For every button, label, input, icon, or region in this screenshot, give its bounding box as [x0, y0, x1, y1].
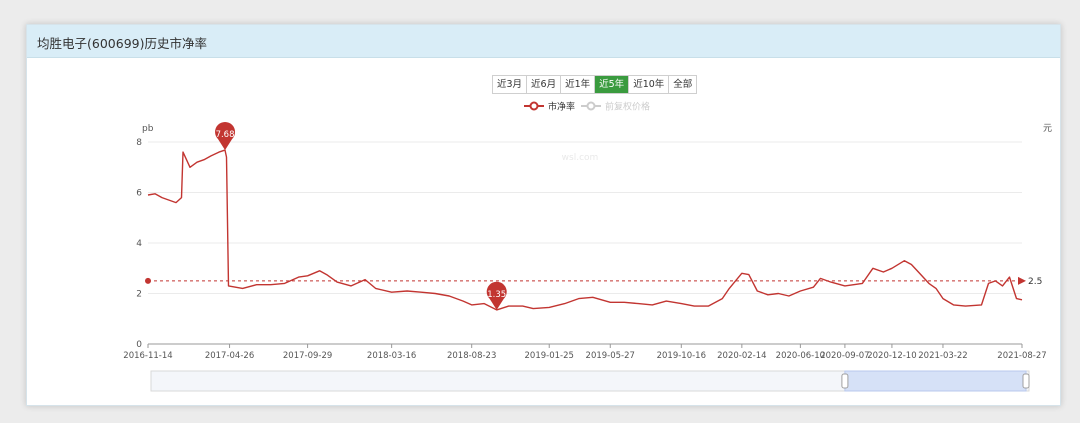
average-line-label: 2.5	[1028, 277, 1042, 287]
legend-item-pb[interactable]: 市净率	[524, 101, 575, 113]
y-axis-unit-left: pb	[142, 124, 154, 134]
x-tick-label: 2020-02-14	[717, 351, 766, 361]
y-tick-label: 4	[136, 239, 142, 249]
x-tick-label: 2019-05-27	[586, 351, 635, 361]
pb-line-chart: wsl.com 市净率 前复权价格 pb 元 0 2 4 6 8 2016-11-14 20…	[123, 101, 1052, 392]
y-tick-label: 8	[136, 138, 142, 148]
average-line-start-dot	[145, 277, 151, 284]
datazoom-window[interactable]	[844, 370, 1027, 392]
datazoom-right-handle[interactable]	[1022, 373, 1030, 389]
x-tick-label: 2017-04-26	[205, 351, 254, 361]
legend-price-label: 前复权价格	[605, 101, 650, 113]
x-tick-label: 2021-03-22	[918, 351, 967, 361]
legend-item-price[interactable]: 前复权价格	[581, 101, 650, 113]
x-tick-label: 2019-10-16	[657, 351, 706, 361]
x-tick-label: 2021-08-27	[997, 351, 1046, 361]
datazoom-left-handle[interactable]	[841, 373, 849, 389]
y-tick-label: 0	[136, 340, 142, 350]
x-tick-label: 2019-01-25	[525, 351, 574, 361]
marker-label-min: 1.35	[487, 290, 506, 300]
y-tick-label: 6	[136, 189, 142, 199]
marker-label-max: 7.68	[216, 130, 235, 140]
legend-price-symbol	[586, 101, 596, 111]
x-tick-label: 2018-03-16	[367, 351, 416, 361]
y-axis-unit-right: 元	[1043, 124, 1052, 134]
legend-pb-label: 市净率	[548, 101, 575, 113]
chart-watermark: wsl.com	[562, 153, 599, 163]
series-line-pb	[147, 149, 1023, 311]
legend-pb-symbol	[529, 101, 539, 111]
average-line-arrow	[1018, 276, 1026, 285]
y-tick-label: 2	[136, 290, 142, 300]
x-tick-label: 2020-09-07	[820, 351, 869, 361]
x-tick-label: 2020-06-10	[776, 351, 825, 361]
x-tick-label: 2016-11-14	[123, 351, 172, 361]
x-tick-label: 2020-12-10	[867, 351, 916, 361]
chart-legend: 市净率 前复权价格	[524, 101, 650, 113]
x-tick-label: 2018-08-23	[447, 351, 496, 361]
x-tick-label: 2017-09-29	[283, 351, 332, 361]
